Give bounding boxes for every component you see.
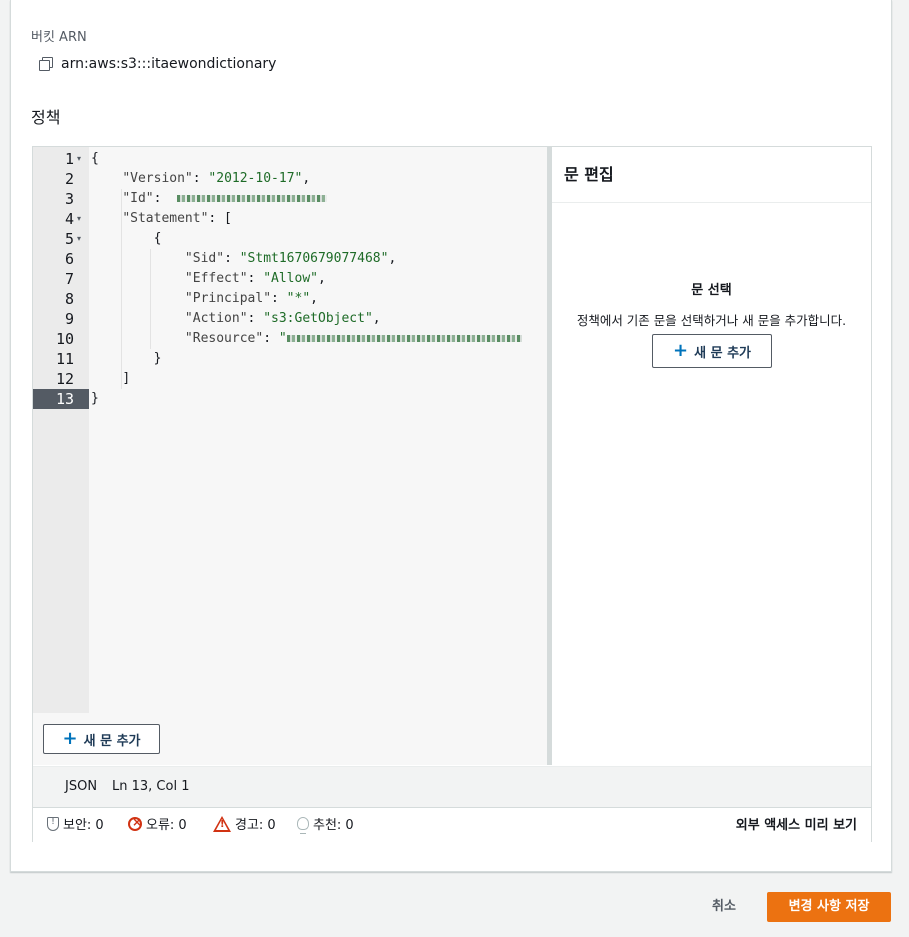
code-key: "Sid" bbox=[184, 251, 225, 266]
code-line: } bbox=[91, 389, 99, 409]
add-new-statement-button[interactable]: + 새 문 추가 bbox=[652, 334, 772, 368]
preview-external-access-button[interactable]: 외부 액세스 미리 보기 bbox=[736, 814, 857, 833]
code-token: } bbox=[153, 351, 162, 366]
redacted-value bbox=[177, 195, 328, 202]
suggestions-count: 추천: 0 bbox=[313, 818, 354, 833]
line-number: 8 bbox=[64, 290, 74, 308]
bucket-arn-value: arn:aws:s3:::itaewondictionary bbox=[61, 56, 277, 72]
fold-toggle-icon[interactable]: ▾ bbox=[77, 229, 85, 249]
line-number: 12 bbox=[55, 370, 74, 388]
code-line: "Principal": "*", bbox=[184, 291, 318, 306]
cursor-position: Ln 13, Col 1 bbox=[112, 779, 190, 794]
plus-icon: + bbox=[62, 728, 78, 749]
suggestions-tab[interactable]: 추천: 0 bbox=[297, 814, 354, 834]
line-number: 3 bbox=[64, 190, 74, 208]
code-string-prefix: " bbox=[278, 331, 287, 346]
bucket-arn-label: 버킷 ARN bbox=[31, 30, 87, 45]
code-line: } bbox=[91, 349, 162, 369]
add-statement-label: 새 문 추가 bbox=[83, 733, 141, 749]
add-new-statement-label: 새 문 추가 bbox=[694, 345, 751, 361]
code-line: "Effect": "Allow", bbox=[184, 271, 326, 286]
code-line: "Action": "s3:GetObject", bbox=[184, 311, 381, 326]
code-line: { bbox=[91, 229, 162, 249]
code-line: "Statement": [ bbox=[91, 209, 232, 229]
add-statement-button[interactable]: + 새 문 추가 bbox=[43, 724, 160, 754]
code-token: : [ bbox=[208, 211, 232, 226]
warnings-count: 경고: 0 bbox=[235, 818, 276, 833]
edit-statement-title: 문 편집 bbox=[564, 165, 614, 184]
code-key: "Action" bbox=[184, 311, 248, 326]
code-line: "Resource": " bbox=[91, 329, 522, 349]
line-number: 2 bbox=[64, 170, 74, 188]
code-key: "Statement" bbox=[122, 211, 209, 226]
code-line: { bbox=[91, 149, 99, 169]
code-editor-pane[interactable]: 1 2 3 4 5 6 7 8 9 10 11 12 13 ▾ ▾ ▾ { "V… bbox=[33, 147, 548, 765]
code-line: "Sid": "Stmt1670679077468", bbox=[184, 251, 397, 266]
divider bbox=[552, 202, 871, 203]
code-token: } bbox=[91, 391, 99, 406]
bucket-policy-panel: 버킷 ARN arn:aws:s3:::itaewondictionary 정책… bbox=[10, 0, 892, 872]
line-number: 11 bbox=[55, 350, 74, 368]
warning-icon bbox=[213, 815, 231, 832]
errors-tab[interactable]: 오류: 0 bbox=[128, 814, 187, 833]
editor-mode: JSON bbox=[65, 779, 98, 794]
code-token: { bbox=[91, 151, 99, 166]
code-string: "*" bbox=[286, 291, 311, 306]
code-key: "Principal" bbox=[184, 291, 272, 306]
code-string: "2012-10-17" bbox=[208, 171, 303, 186]
code-string: "Allow" bbox=[263, 271, 318, 286]
save-changes-button[interactable]: 변경 사항 저장 bbox=[767, 892, 891, 922]
edit-statement-panel: 문 편집 문 선택 정책에서 기존 문을 선택하거나 새 문을 추가합니다. +… bbox=[552, 147, 871, 765]
fold-toggle-icon[interactable]: ▾ bbox=[77, 209, 85, 229]
policy-title: 정책 bbox=[31, 108, 61, 127]
select-statement-description: 정책에서 기존 문을 선택하거나 새 문을 추가합니다. bbox=[576, 313, 847, 328]
code-token: { bbox=[153, 231, 162, 246]
fold-toggle-icon[interactable]: ▾ bbox=[77, 149, 85, 169]
lightbulb-icon bbox=[297, 817, 309, 834]
validation-bar: 보안: 0 오류: 0 경고: 0 추천: 0 외부 액세스 미리 보기 bbox=[33, 807, 871, 842]
code-key: "Effect" bbox=[184, 271, 248, 286]
bucket-arn-row: arn:aws:s3:::itaewondictionary bbox=[39, 56, 276, 72]
policy-editor: 1 2 3 4 5 6 7 8 9 10 11 12 13 ▾ ▾ ▾ { "V… bbox=[32, 146, 872, 842]
code-line: ] bbox=[91, 369, 130, 389]
code-key: "Version" bbox=[122, 171, 193, 186]
redacted-value bbox=[286, 335, 522, 342]
select-statement-title: 문 선택 bbox=[691, 283, 732, 298]
warnings-tab[interactable]: 경고: 0 bbox=[213, 814, 276, 833]
errors-count: 오류: 0 bbox=[146, 818, 187, 833]
line-gutter: 1 2 3 4 5 6 7 8 9 10 11 12 13 ▾ ▾ ▾ bbox=[33, 147, 89, 713]
code-string: "s3:GetObject" bbox=[263, 311, 373, 326]
code-token: ] bbox=[122, 371, 131, 386]
copy-icon[interactable] bbox=[39, 57, 53, 71]
code-line: "Version": "2012-10-17", bbox=[122, 171, 311, 186]
line-number: 9 bbox=[64, 310, 74, 328]
cancel-button[interactable]: 취소 bbox=[695, 893, 753, 921]
line-number: 7 bbox=[64, 270, 74, 288]
code-line: "Id": bbox=[91, 189, 328, 209]
editor-status-bar: JSON Ln 13, Col 1 bbox=[33, 766, 871, 807]
line-number: 6 bbox=[64, 250, 74, 268]
line-number-active: 13 bbox=[33, 389, 89, 409]
error-circle-icon bbox=[128, 815, 142, 831]
plus-icon: + bbox=[673, 340, 689, 361]
code-key: "Resource" bbox=[184, 331, 264, 346]
code-key: "Id" bbox=[122, 191, 154, 206]
security-issues-tab[interactable]: 보안: 0 bbox=[47, 814, 104, 833]
shield-icon bbox=[47, 816, 59, 831]
security-count: 보안: 0 bbox=[63, 818, 104, 833]
line-number: 10 bbox=[55, 330, 74, 348]
code-string: "Stmt1670679077468" bbox=[239, 251, 389, 266]
